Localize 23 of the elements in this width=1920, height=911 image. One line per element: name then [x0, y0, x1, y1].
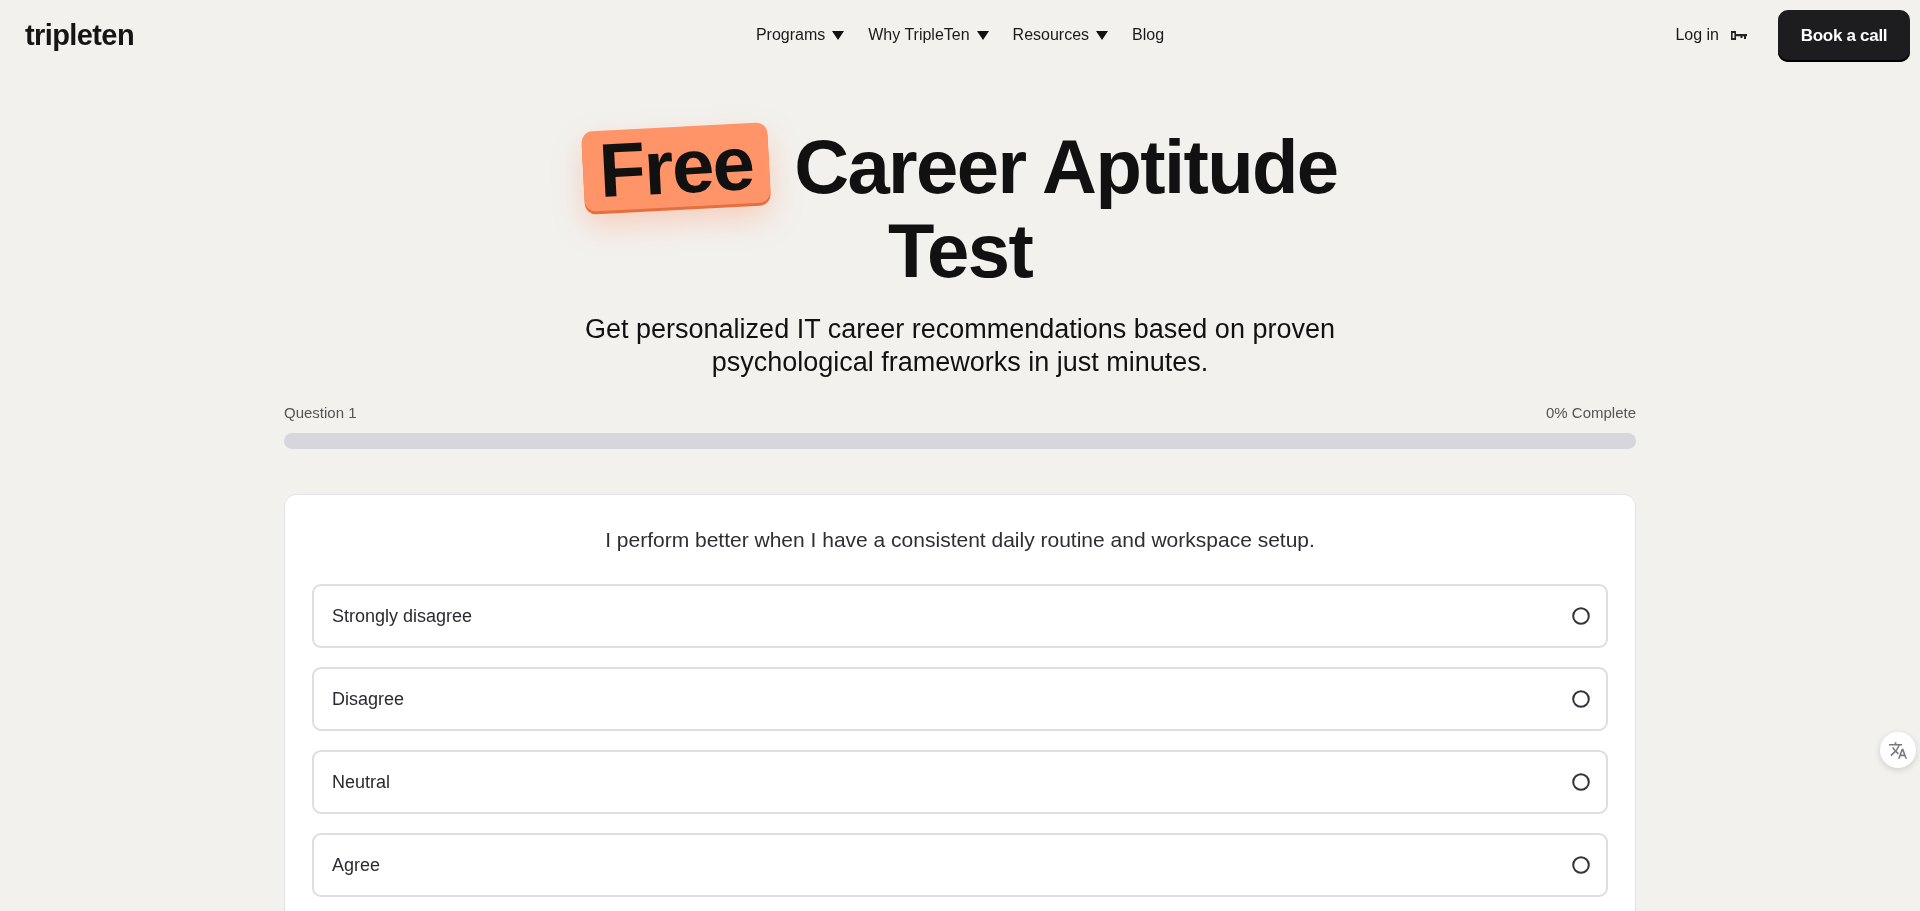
nav-link[interactable]: Programs: [755, 26, 845, 44]
page-subtitle: Get personalized IT career recommendations based on proven psychological frameworks in just minutes.: [584, 313, 1336, 379]
nav-link[interactable]: Resources: [1012, 26, 1109, 44]
translate-button[interactable]: [1880, 732, 1916, 768]
question-text: I perform better when I have a consistent daily routine and workspace setup.: [604, 527, 1316, 553]
book-call-button[interactable]: Book a call: [1778, 10, 1910, 62]
answer-option[interactable]: Agree: [312, 833, 1608, 897]
question-counter: Question 1: [284, 403, 357, 423]
progress-percent: 0% Complete: [1545, 403, 1636, 423]
answer-option[interactable]: Neutral: [312, 750, 1608, 814]
caret-icon: [1096, 30, 1109, 40]
login-link[interactable]: Log in: [1675, 26, 1747, 44]
caret-icon: [832, 30, 845, 40]
answer-option[interactable]: Disagree: [312, 667, 1608, 731]
logo[interactable]: tripleten: [25, 20, 134, 50]
nav-link[interactable]: Blog: [1132, 26, 1165, 44]
caret-icon: [976, 30, 989, 40]
key-icon: [1731, 30, 1747, 40]
free-badge: Free: [580, 122, 771, 212]
answer-option[interactable]: Strongly disagree: [312, 584, 1608, 648]
page-title: Career Aptitude Test: [794, 124, 1338, 293]
nav-link[interactable]: Why TripleTen: [868, 26, 989, 44]
translate-icon: [1889, 741, 1907, 759]
